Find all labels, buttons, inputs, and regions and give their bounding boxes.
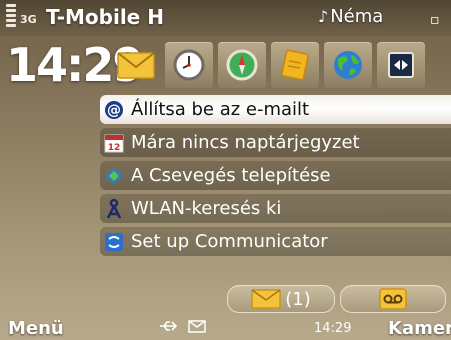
- list-item-label: Állítsa be az e-mailt: [131, 99, 310, 120]
- svg-text:12: 12: [108, 143, 121, 153]
- signal-strength-icon: [6, 4, 16, 34]
- list-item-email[interactable]: @ Állítsa be az e-mailt: [100, 95, 451, 124]
- clock-shortcut[interactable]: [165, 42, 213, 88]
- chat-icon: [103, 165, 125, 187]
- indicator-icons: [158, 319, 206, 333]
- list-item-chat[interactable]: A Csevegés telepítése: [100, 161, 451, 190]
- list-item-calendar[interactable]: 12 Mára nincs naptárjegyzet: [100, 128, 451, 157]
- calendar-icon: 12: [103, 132, 125, 154]
- compass-shortcut[interactable]: [218, 42, 266, 88]
- list-item-label: Mára nincs naptárjegyzet: [131, 132, 360, 153]
- new-messages-notification[interactable]: (1): [227, 285, 335, 313]
- shortcut-bar: [112, 42, 425, 88]
- list-item-label: Set up Communicator: [131, 231, 328, 252]
- network-type: 3G: [20, 13, 37, 26]
- menu-softkey[interactable]: Menü: [8, 318, 64, 339]
- home-list: @ Állítsa be az e-mailt 12 Mára nincs na…: [100, 95, 451, 260]
- status-bar: 3G T-Mobile H ♪ Néma ▫: [0, 0, 451, 36]
- communicator-icon: [103, 231, 125, 253]
- compass-icon: [226, 49, 258, 81]
- wlan-icon: [103, 198, 125, 220]
- maps-shortcut[interactable]: [324, 42, 372, 88]
- voicemail-icon: [379, 288, 407, 310]
- switch-icon: [388, 52, 414, 78]
- note-icon: [281, 49, 309, 81]
- usb-icon: [160, 321, 178, 331]
- battery-icon: ▫: [430, 12, 440, 28]
- camera-softkey[interactable]: Kamera: [388, 318, 451, 339]
- message-count: (1): [285, 288, 311, 310]
- voicemail-notification[interactable]: [340, 285, 446, 313]
- list-item-communicator[interactable]: Set up Communicator: [100, 227, 451, 256]
- list-item-label: WLAN-keresés ki: [131, 198, 282, 219]
- envelope-outline-icon: [188, 319, 206, 333]
- profile-indicator[interactable]: ♪ Néma: [318, 6, 383, 27]
- notes-shortcut[interactable]: [271, 42, 319, 88]
- list-item-wlan[interactable]: WLAN-keresés ki: [100, 194, 451, 223]
- transfer-shortcut[interactable]: [377, 42, 425, 88]
- clock-icon: [173, 49, 205, 81]
- at-sign-icon: @: [103, 99, 125, 121]
- silent-note-icon: ♪: [318, 7, 329, 26]
- envelope-icon: [251, 289, 281, 309]
- list-item-label: A Csevegés telepítése: [131, 165, 331, 186]
- globe-icon: [334, 51, 362, 79]
- envelope-icon: [117, 52, 155, 79]
- operator-name: T-Mobile H: [46, 5, 164, 29]
- softkey-bar: Menü 14:29 Kamera: [0, 316, 451, 340]
- softkey-clock: 14:29: [314, 321, 352, 336]
- messaging-shortcut[interactable]: [112, 42, 160, 88]
- svg-text:@: @: [107, 102, 121, 118]
- profile-name: Néma: [330, 6, 384, 27]
